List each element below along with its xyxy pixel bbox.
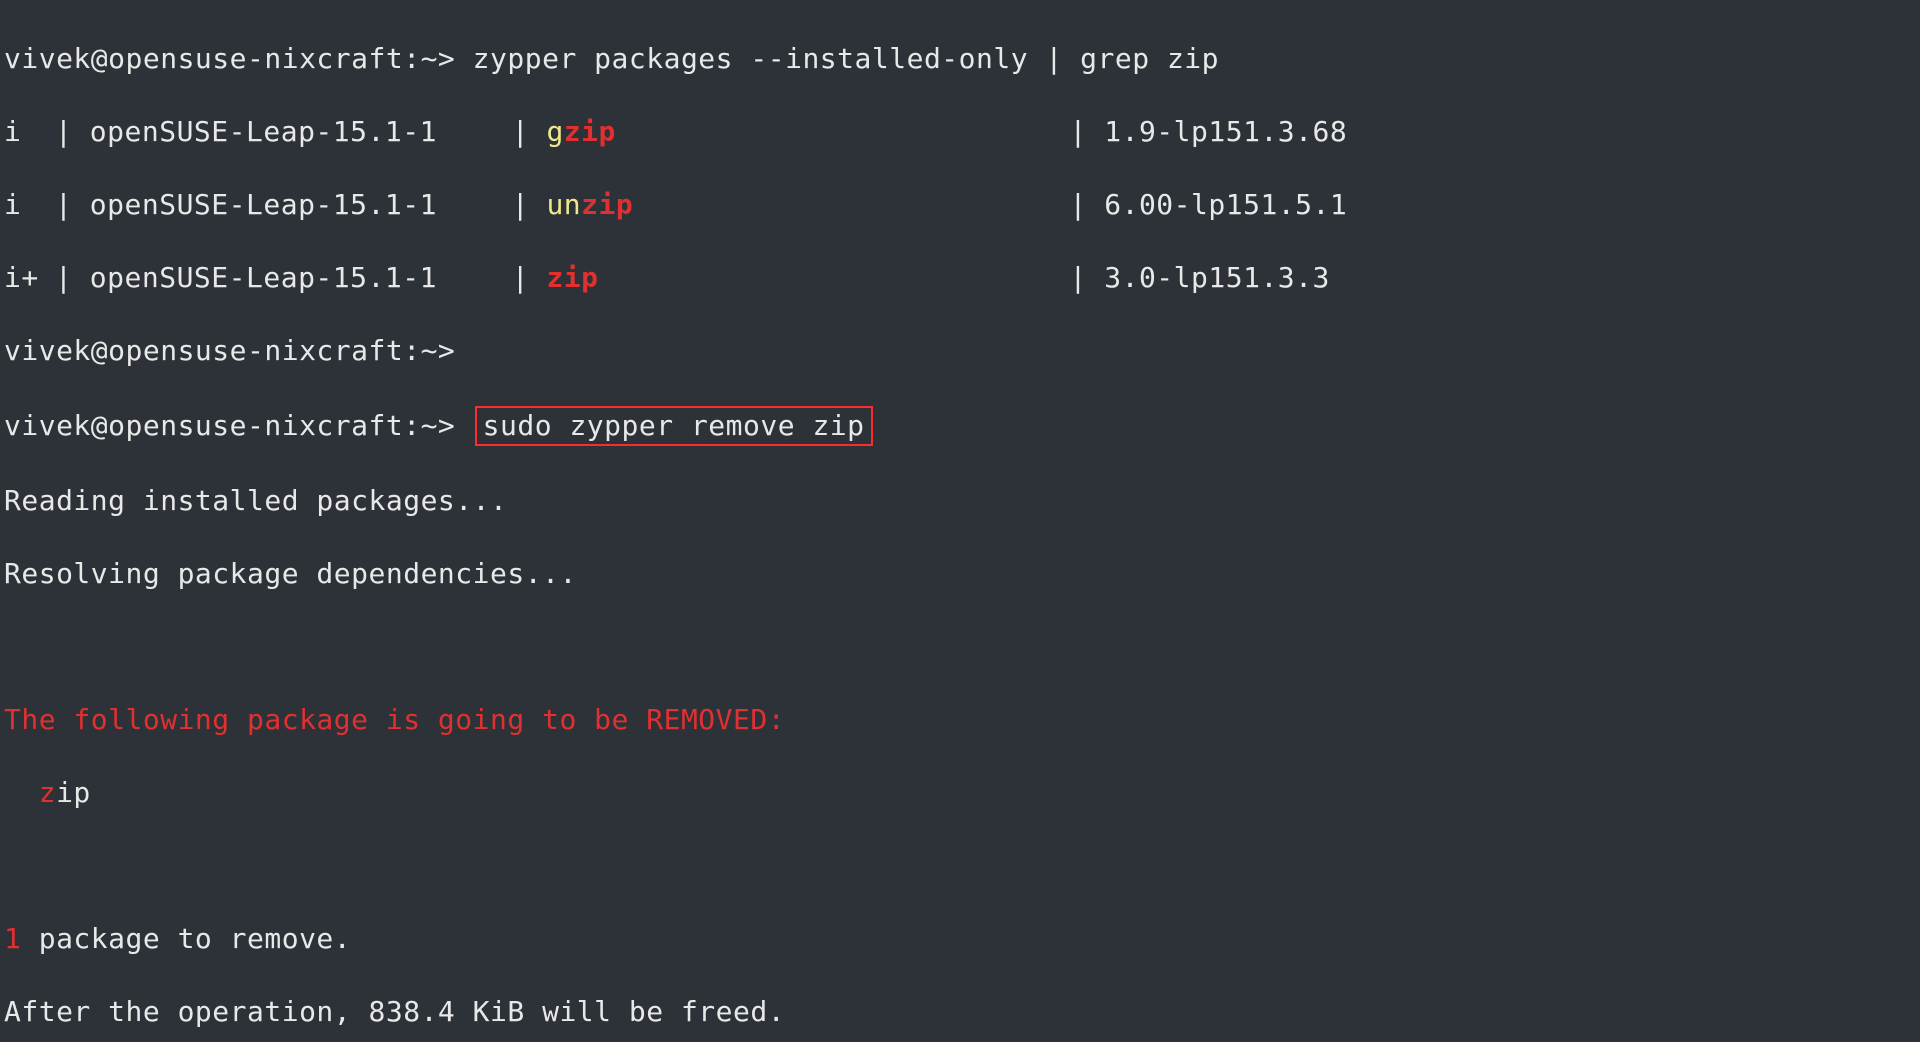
- version-col: 3.0-lp151.3.3: [1104, 261, 1330, 294]
- status-col: i: [4, 187, 38, 224]
- repo-col: openSUSE-Leap-15.1-1: [90, 187, 495, 224]
- pkg-row-1: i | openSUSE-Leap-15.1-1 | unzip | 6.00-…: [4, 187, 1920, 224]
- highlighted-command: sudo zypper remove zip: [475, 406, 873, 447]
- removed-pkg: zip: [4, 775, 1920, 812]
- status-col: i: [4, 114, 38, 151]
- pkg-row-2: i+ | openSUSE-Leap-15.1-1 | zip | 3.0-lp…: [4, 260, 1920, 297]
- line-cmd1: vivek@opensuse-nixcraft:~> zypper packag…: [4, 41, 1920, 78]
- pkg-col: gzip: [546, 114, 1052, 151]
- line-cmd2: vivek@opensuse-nixcraft:~> sudo zypper r…: [4, 406, 1920, 447]
- version-col: 6.00-lp151.5.1: [1104, 188, 1347, 221]
- after-op: After the operation, 838.4 KiB will be f…: [4, 994, 1920, 1031]
- prompt: vivek@opensuse-nixcraft:~>: [4, 42, 473, 75]
- blank-line: [4, 848, 1920, 885]
- version-col: 1.9-lp151.3.68: [1104, 115, 1347, 148]
- line-prompt-empty: vivek@opensuse-nixcraft:~>: [4, 333, 1920, 370]
- status-col: i+: [4, 260, 38, 297]
- pkg-col: unzip: [546, 187, 1052, 224]
- pkg-row-0: i | openSUSE-Leap-15.1-1 | gzip | 1.9-lp…: [4, 114, 1920, 151]
- terminal[interactable]: vivek@opensuse-nixcraft:~> zypper packag…: [0, 0, 1920, 1042]
- prompt: vivek@opensuse-nixcraft:~>: [4, 409, 473, 442]
- pkg-col: zip: [546, 260, 1052, 297]
- removed-header: The following package is going to be REM…: [4, 702, 1920, 739]
- blank-line: [4, 629, 1920, 666]
- command-text: zypper packages --installed-only | grep …: [473, 42, 1219, 75]
- line-reading: Reading installed packages...: [4, 483, 1920, 520]
- repo-col: openSUSE-Leap-15.1-1: [90, 260, 495, 297]
- line-resolving: Resolving package dependencies...: [4, 556, 1920, 593]
- repo-col: openSUSE-Leap-15.1-1: [90, 114, 495, 151]
- pkg-count: 1 package to remove.: [4, 921, 1920, 958]
